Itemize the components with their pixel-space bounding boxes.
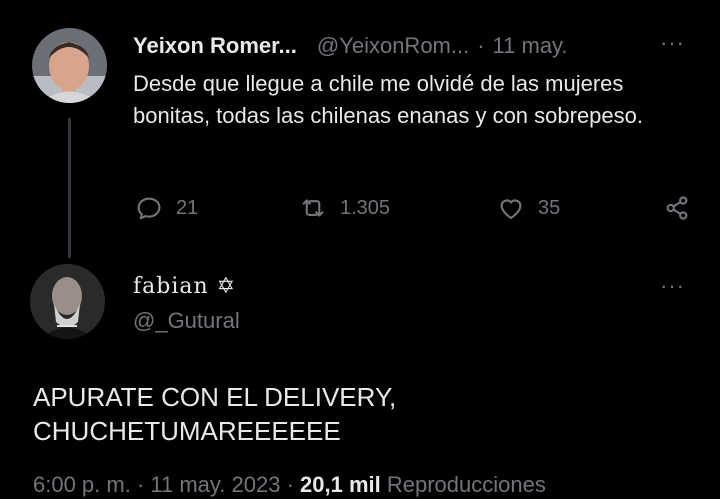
- tweet-text-line: APURATE CON EL DELIVERY,: [33, 382, 397, 412]
- user-handle[interactable]: @YeixonRom...: [317, 33, 469, 59]
- tweet-metadata: 6:00 p. m. · 11 may. 2023 · 20,1 mil Rep…: [33, 472, 546, 498]
- separator-dot: ·: [130, 472, 151, 497]
- user-avatar-icon: [32, 28, 107, 103]
- display-name[interactable]: fabian ✡: [133, 274, 236, 299]
- display-name[interactable]: Yeixon Romer...: [133, 33, 297, 59]
- user-avatar-icon: [30, 264, 105, 339]
- tweet-actions: 21 1.305 35: [130, 193, 690, 225]
- share-button[interactable]: [662, 193, 692, 223]
- more-options-button[interactable]: ···: [660, 273, 685, 299]
- tweet-time[interactable]: 6:00 p. m.: [33, 472, 131, 497]
- avatar[interactable]: [32, 28, 107, 103]
- more-options-button[interactable]: ···: [660, 30, 685, 56]
- separator-dot: ·: [280, 472, 301, 497]
- retweet-count: 1.305: [340, 196, 391, 219]
- tweet-text: APURATE CON EL DELIVERY, CHUCHETUMAREEEE…: [33, 380, 673, 448]
- views-label: Reproducciones: [380, 472, 546, 497]
- view-count[interactable]: 20,1 mil: [300, 472, 381, 497]
- avatar[interactable]: [30, 264, 105, 339]
- display-name-text: fabian: [133, 274, 209, 299]
- tweet-header: Yeixon Romer... @YeixonRom... · 11 may.: [133, 31, 568, 61]
- reply-button[interactable]: 21: [134, 193, 198, 223]
- heart-icon: [500, 199, 522, 220]
- tweet-date[interactable]: 11 may. 2023: [150, 472, 280, 497]
- share-icon: [666, 196, 688, 220]
- user-handle[interactable]: @_Gutural: [133, 308, 240, 334]
- like-count: 35: [538, 196, 561, 219]
- separator-dot: ·: [477, 33, 485, 58]
- reply-count: 21: [176, 196, 199, 219]
- retweet-button[interactable]: 1.305: [298, 193, 390, 223]
- reply-icon: [137, 197, 161, 220]
- tweet-text-line: CHUCHETUMAREEEEEE: [33, 416, 341, 446]
- tweet-date[interactable]: 11 may.: [493, 33, 568, 59]
- tweet-text: Desde que llegue a chile me olvidé de la…: [133, 71, 643, 128]
- retweet-icon: [302, 199, 324, 217]
- thread-connector-line: [68, 118, 71, 258]
- like-button[interactable]: 35: [496, 193, 560, 223]
- name-symbol-icon: ✡: [216, 274, 237, 299]
